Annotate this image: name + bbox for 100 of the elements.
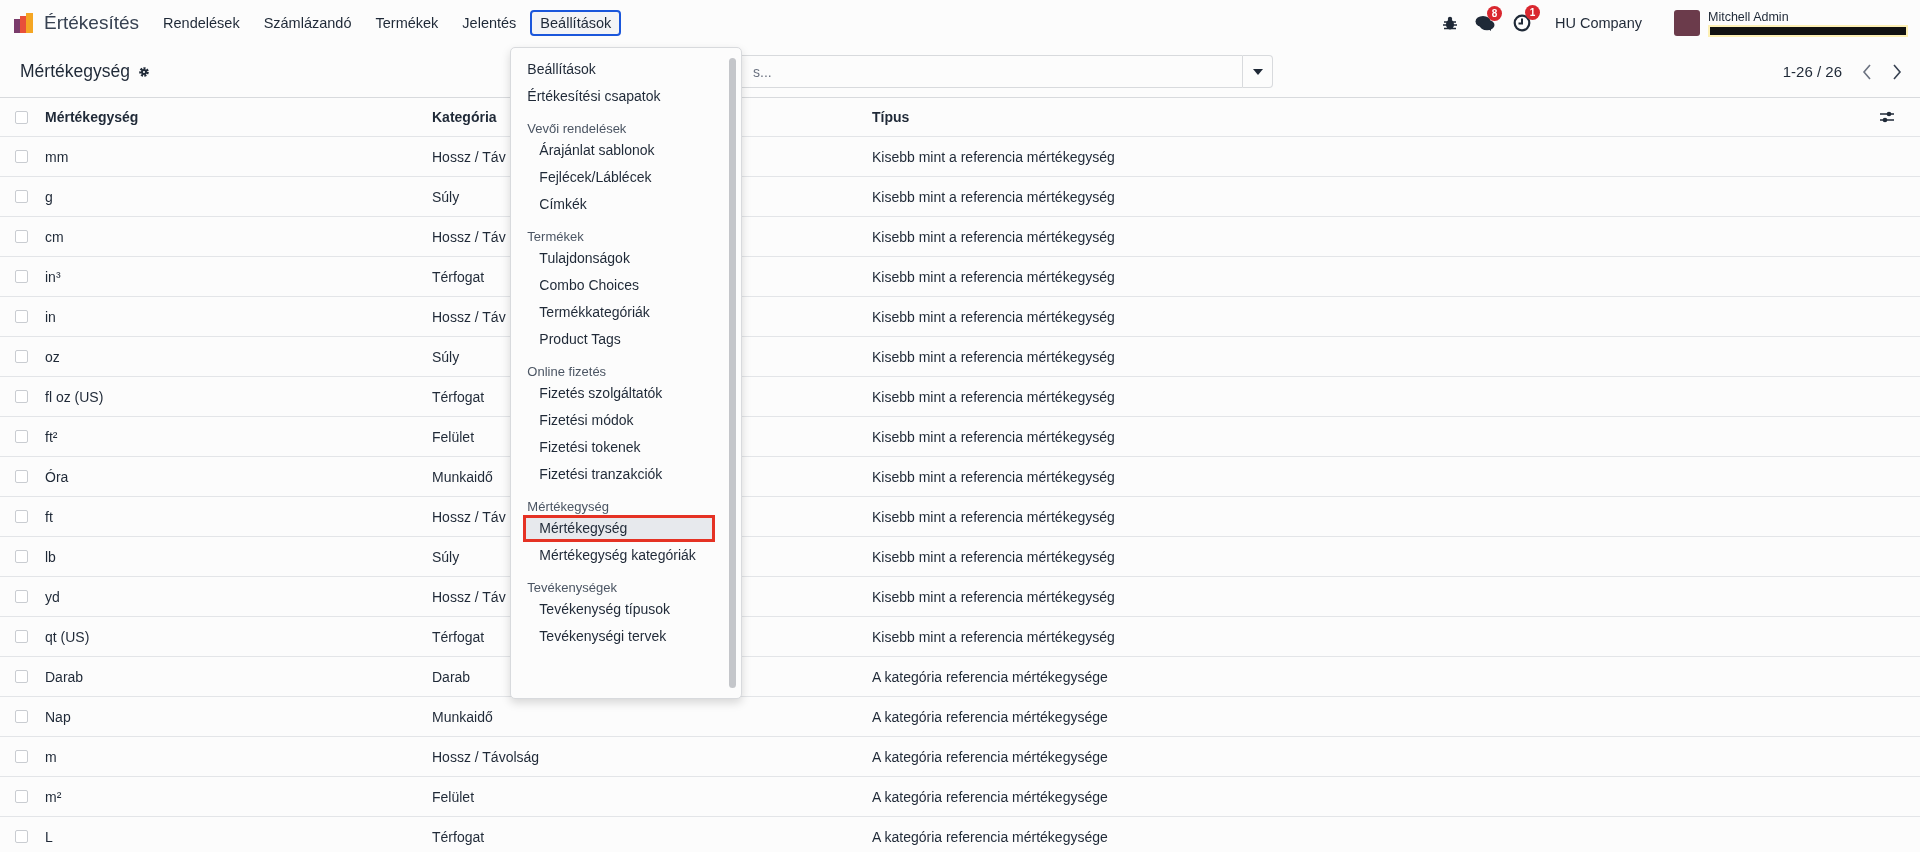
table-cell: Hossz / Táv (432, 508, 506, 525)
company-name[interactable]: HU Company (1554, 15, 1642, 31)
settings-icon[interactable] (137, 65, 150, 78)
table-cell: oz (45, 348, 60, 365)
table-cell: qt (US) (45, 628, 90, 645)
page-title: Mértékegység (20, 61, 130, 82)
dropdown-item[interactable]: Árajánlat sablonok (511, 137, 730, 164)
dropdown-item[interactable]: Címkék (511, 191, 730, 218)
table-cell: Térfogat (432, 388, 485, 405)
row-checkbox[interactable] (15, 710, 28, 723)
table-cell: Darab (45, 668, 84, 685)
table-cell: Munkaidő (432, 708, 493, 725)
app-logo-icon (12, 12, 34, 34)
dropdown-item[interactable]: Fizetési tranzakciók (511, 461, 730, 488)
table-cell: Kisebb mint a referencia mértékegység (872, 148, 1115, 165)
column-settings-icon[interactable] (1880, 111, 1894, 123)
table-cell: Súly (432, 188, 460, 205)
table-cell: m² (45, 788, 62, 805)
menu-item[interactable]: Termékek (365, 10, 449, 36)
row-checkbox[interactable] (15, 550, 28, 563)
table-cell: cm (45, 228, 64, 245)
column-header[interactable]: Mértékegység (45, 109, 139, 125)
table-cell: Kisebb mint a referencia mértékegység (872, 588, 1115, 605)
row-checkbox[interactable] (15, 230, 28, 243)
table-cell: Felület (432, 788, 475, 805)
row-checkbox[interactable] (15, 630, 28, 643)
row-checkbox[interactable] (15, 510, 28, 523)
chevron-left-icon[interactable] (1862, 63, 1872, 80)
menu-item[interactable]: Jelentés (452, 10, 527, 36)
row-checkbox[interactable] (15, 430, 28, 443)
table-cell: Munkaidő (432, 468, 493, 485)
row-checkbox[interactable] (15, 790, 28, 803)
table-cell: Kisebb mint a referencia mértékegység (872, 308, 1115, 325)
chevron-right-icon[interactable] (1892, 63, 1902, 80)
menu-item[interactable]: Számlázandó (253, 10, 362, 36)
column-header[interactable]: Kategória (432, 109, 497, 125)
table-cell: Térfogat (432, 828, 485, 845)
clock-icon[interactable] (1512, 14, 1531, 32)
table-cell: Kisebb mint a referencia mértékegység (872, 628, 1115, 645)
scrollbar-thumb[interactable] (729, 58, 737, 688)
dropdown-section-header: Termékek (526, 228, 585, 245)
dropdown-item[interactable]: Termékkategóriák (511, 299, 730, 326)
bug-icon[interactable] (1442, 16, 1457, 30)
dropdown-item[interactable]: Tulajdonságok (511, 245, 730, 272)
table-cell: Kisebb mint a referencia mértékegység (872, 268, 1115, 285)
row-checkbox[interactable] (15, 750, 28, 763)
dropdown-item[interactable]: Fizetési módok (511, 407, 730, 434)
table-cell: Hossz / Táv (432, 308, 506, 325)
row-checkbox[interactable] (15, 830, 28, 843)
table-cell: Térfogat (432, 628, 485, 645)
table-cell: Súly (432, 348, 460, 365)
dropdown-item[interactable]: Product Tags (511, 326, 730, 353)
dropdown-section-header: Online fizetés (526, 363, 608, 380)
dropdown-item[interactable]: Mértékegység kategóriák (511, 542, 730, 569)
table-cell: Hossz / Távolság (432, 748, 540, 765)
row-checkbox[interactable] (15, 390, 28, 403)
table-cell: g (45, 188, 53, 205)
dropdown-item[interactable]: Fizetési tokenek (511, 434, 730, 461)
dropdown-item[interactable]: Combo Choices (511, 272, 730, 299)
row-checkbox[interactable] (15, 350, 28, 363)
row-checkbox[interactable] (15, 150, 28, 163)
avatar[interactable] (1674, 10, 1700, 36)
row-checkbox[interactable] (15, 590, 28, 603)
activity-count-badge: 1 (1524, 5, 1540, 20)
table-cell: Kisebb mint a referencia mértékegység (872, 188, 1115, 205)
dropdown-item[interactable]: Beállítások (511, 56, 730, 83)
table-cell: A kategória referencia mértékegysége (872, 828, 1108, 845)
dropdown-item[interactable]: Fizetés szolgáltatók (511, 380, 730, 407)
table-cell: Hossz / Táv (432, 588, 506, 605)
menu-item[interactable]: Beállítások (530, 10, 622, 36)
search-options-toggle[interactable] (1243, 55, 1273, 88)
table-cell: Hossz / Táv (432, 228, 506, 245)
dropdown-item[interactable]: Tevékenység típusok (511, 596, 730, 623)
row-checkbox[interactable] (15, 470, 28, 483)
user-name[interactable]: Mitchell Admin (1708, 9, 1908, 24)
table-cell: ft² (45, 428, 58, 445)
pager-value: 1-26 / 26 (1782, 63, 1842, 80)
table-cell: Súly (432, 548, 460, 565)
table-cell: Kisebb mint a referencia mértékegység (872, 228, 1115, 245)
row-checkbox[interactable] (15, 310, 28, 323)
row-checkbox[interactable] (15, 270, 28, 283)
table-cell: in (45, 308, 56, 325)
table-cell: A kategória referencia mértékegysége (872, 788, 1108, 805)
column-header[interactable]: Típus (872, 109, 910, 125)
select-all-checkbox[interactable] (15, 110, 28, 124)
table-cell: fl oz (US) (45, 388, 104, 405)
table-cell: Kisebb mint a referencia mértékegység (872, 428, 1115, 445)
dropdown-section-header: Vevői rendelések (526, 120, 628, 137)
menu-item[interactable]: Rendelések (153, 10, 250, 36)
table-cell: Kisebb mint a referencia mértékegység (872, 508, 1115, 525)
row-checkbox[interactable] (15, 190, 28, 203)
chat-icon[interactable] (1474, 15, 1495, 31)
table-cell: A kategória referencia mértékegysége (872, 708, 1108, 725)
dropdown-item[interactable]: Mértékegység (523, 515, 716, 542)
table-cell: Kisebb mint a referencia mértékegység (872, 468, 1115, 485)
row-checkbox[interactable] (15, 670, 28, 683)
dropdown-item[interactable]: Tevékenységi tervek (511, 623, 730, 650)
table-cell: Nap (45, 708, 71, 725)
dropdown-item[interactable]: Fejlécek/Láblécek (511, 164, 730, 191)
table-cell: mm (45, 148, 69, 165)
